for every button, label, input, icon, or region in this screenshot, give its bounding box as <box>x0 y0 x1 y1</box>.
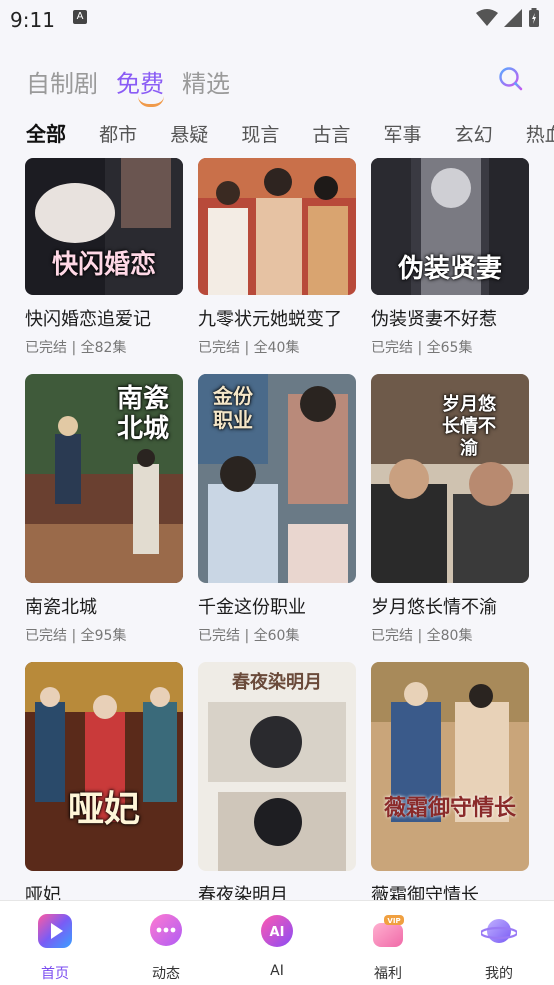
planet-icon <box>479 919 519 943</box>
poster-art <box>371 662 529 871</box>
tab-featured[interactable]: 精选 <box>182 64 230 99</box>
signal-icon <box>504 9 522 27</box>
drama-poster[interactable]: 快闪婚恋 <box>25 158 183 295</box>
poster-art <box>198 158 356 295</box>
svg-text:AI: AI <box>270 925 285 940</box>
drama-episodes: 全82集 <box>80 340 127 356</box>
nav-home-label: 首页 <box>41 966 69 982</box>
drama-meta: 已完结 | 全82集 <box>25 340 127 356</box>
drama-card[interactable]: 薇霜御守情长 薇霜御守情长 <box>371 662 529 900</box>
drama-poster[interactable]: 薇霜御守情长 <box>371 662 529 871</box>
vip-gift-icon: VIP <box>373 915 404 947</box>
drama-poster[interactable]: 岁月悠长情不渝 <box>371 374 529 583</box>
battery-icon <box>529 8 539 27</box>
app-screen: 9:11 A 自制剧 免费 精选 全部 都市 悬疑 现言 古言 军事 玄幻 热血 <box>0 0 554 985</box>
search-icon[interactable] <box>498 66 524 92</box>
nav-welfare[interactable]: VIP 福利 <box>348 913 428 983</box>
poster-art <box>25 662 183 871</box>
drama-status: 已完结 <box>198 628 240 644</box>
drama-status: 已完结 <box>25 628 67 644</box>
poster-title-text: 伪装贤妻 <box>397 254 502 284</box>
drama-title: 薇霜御守情长 <box>371 885 479 900</box>
drama-title: 春夜染明月 <box>198 885 288 900</box>
drama-status: 已完结 <box>371 628 413 644</box>
nav-me-label: 我的 <box>485 966 513 982</box>
drama-card[interactable]: 金份职业 千金这份职业 已完结 | 全60集 <box>198 374 356 645</box>
category-hot-blooded[interactable]: 热血 <box>526 120 554 147</box>
drama-meta: 已完结 | 全65集 <box>371 340 473 356</box>
drama-grid: 快闪婚恋 快闪婚恋追爱记 已完结 | 全82集 九零状元她蜕变了 已完结 | 全… <box>0 150 554 900</box>
drama-status: 已完结 <box>198 340 240 356</box>
drama-poster[interactable]: 哑妃 <box>25 662 183 871</box>
ai-icon: AI <box>261 915 293 947</box>
nav-home[interactable]: 首页 <box>15 913 95 983</box>
drama-meta: 已完结 | 全60集 <box>198 628 300 644</box>
tab-self-made[interactable]: 自制剧 <box>26 64 98 99</box>
drama-status: 已完结 <box>25 340 67 356</box>
drama-card[interactable]: 春夜染明月 春夜染明月 <box>198 662 356 900</box>
tab-free[interactable]: 免费 <box>116 64 164 107</box>
wifi-icon <box>476 9 498 26</box>
poster-title-text: 岁月悠长情不渝 <box>442 394 496 459</box>
drama-meta: 已完结 | 全40集 <box>198 340 300 356</box>
category-suspense[interactable]: 悬疑 <box>170 120 208 147</box>
drama-title: 快闪婚恋追爱记 <box>25 309 151 330</box>
drama-poster[interactable]: 伪装贤妻 <box>371 158 529 295</box>
drama-meta: 已完结 | 全80集 <box>371 628 473 644</box>
status-bar: 9:11 A <box>0 0 554 40</box>
drama-poster[interactable]: 金份职业 <box>198 374 356 583</box>
app-indicator-icon: A <box>73 10 87 24</box>
category-urban[interactable]: 都市 <box>99 120 137 147</box>
drama-title: 伪装贤妻不好惹 <box>371 309 497 330</box>
active-tab-indicator <box>138 96 164 107</box>
nav-me[interactable]: 我的 <box>459 913 539 983</box>
nav-feed[interactable]: 动态 <box>126 913 206 983</box>
poster-title-text: 金份职业 <box>213 384 253 432</box>
drama-poster[interactable]: 春夜染明月 <box>198 662 356 871</box>
svg-text:VIP: VIP <box>387 917 400 925</box>
poster-title-text: 春夜染明月 <box>232 672 322 693</box>
drama-card[interactable]: 岁月悠长情不渝 岁月悠长情不渝 已完结 | 全80集 <box>371 374 529 645</box>
nav-feed-label: 动态 <box>152 966 180 982</box>
drama-title: 九零状元她蜕变了 <box>198 309 342 330</box>
category-military[interactable]: 军事 <box>384 120 422 147</box>
drama-title: 千金这份职业 <box>198 597 306 618</box>
category-tabs: 全部 都市 悬疑 现言 古言 军事 玄幻 热血 <box>26 118 554 147</box>
nav-ai-label: AI <box>270 963 284 979</box>
drama-poster[interactable] <box>198 158 356 295</box>
tab-free-label: 免费 <box>116 70 164 98</box>
bottom-nav: 首页 动态 AI AI VIP 福利 我的 <box>0 900 554 985</box>
drama-status: 已完结 <box>371 340 413 356</box>
drama-title: 岁月悠长情不渝 <box>371 597 497 618</box>
drama-card[interactable]: 哑妃 哑妃 <box>25 662 183 900</box>
poster-title-text: 南瓷北城 <box>116 384 169 444</box>
nav-welfare-label: 福利 <box>374 966 402 982</box>
category-all[interactable]: 全部 <box>26 118 66 147</box>
status-icons <box>476 8 540 28</box>
drama-card[interactable]: 伪装贤妻 伪装贤妻不好惹 已完结 | 全65集 <box>371 158 529 357</box>
category-ancient-romance[interactable]: 古言 <box>312 120 350 147</box>
chat-bubble-icon <box>150 914 182 946</box>
drama-card[interactable]: 南瓷北城 南瓷北城 已完结 | 全95集 <box>25 374 183 645</box>
play-icon <box>38 914 72 948</box>
drama-episodes: 全40集 <box>253 340 300 356</box>
poster-title-text: 薇霜御守情长 <box>383 795 516 821</box>
poster-title-text: 哑妃 <box>67 788 140 830</box>
drama-episodes: 全65集 <box>426 340 473 356</box>
drama-episodes: 全60集 <box>253 628 300 644</box>
drama-title: 南瓷北城 <box>25 597 97 618</box>
drama-meta: 已完结 | 全95集 <box>25 628 127 644</box>
drama-poster[interactable]: 南瓷北城 <box>25 374 183 583</box>
drama-title: 哑妃 <box>25 885 61 900</box>
top-tabs: 自制剧 免费 精选 <box>26 64 230 107</box>
category-fantasy[interactable]: 玄幻 <box>455 120 493 147</box>
drama-card[interactable]: 九零状元她蜕变了 已完结 | 全40集 <box>198 158 356 357</box>
drama-episodes: 全80集 <box>426 628 473 644</box>
status-time: 9:11 <box>10 8 55 32</box>
nav-ai[interactable]: AI AI <box>237 913 317 979</box>
poster-title-text: 快闪婚恋 <box>51 250 156 280</box>
category-modern-romance[interactable]: 现言 <box>241 120 279 147</box>
drama-card[interactable]: 快闪婚恋 快闪婚恋追爱记 已完结 | 全82集 <box>25 158 183 357</box>
drama-episodes: 全95集 <box>80 628 127 644</box>
